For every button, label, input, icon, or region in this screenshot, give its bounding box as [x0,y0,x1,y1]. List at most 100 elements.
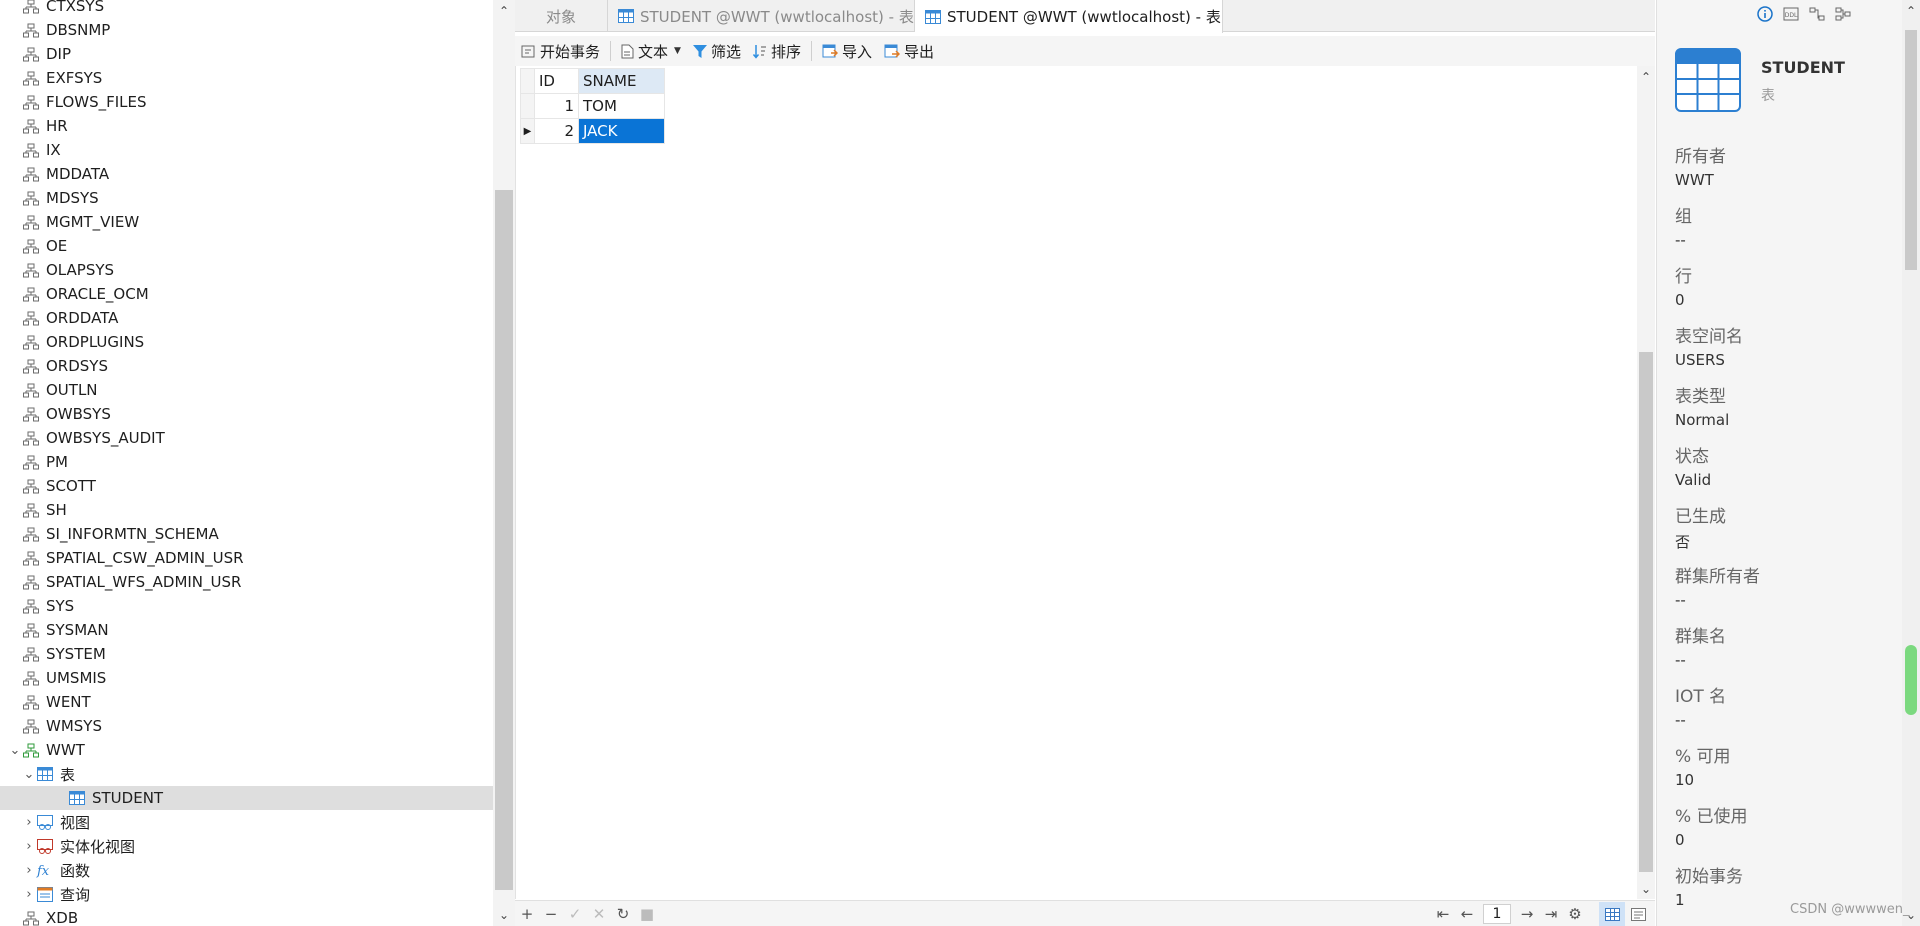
begin-transaction-button[interactable]: 开始事务 [515,38,606,64]
info-icon[interactable] [1757,6,1773,26]
tree-item[interactable]: MDSYS [0,186,493,210]
tree-item[interactable]: SYSTEM [0,642,493,666]
grid-view-icon[interactable] [1599,902,1625,926]
data-grid[interactable]: ID SNAME 1 TOM ▶ 2 JACK [520,68,665,144]
scroll-up-icon[interactable]: ⌃ [493,0,515,22]
row-header[interactable] [520,93,535,119]
tree-item[interactable]: HR [0,114,493,138]
tab-student-table-active[interactable]: STUDENT @WWT (wwtlocalhost) - 表 [915,0,1223,33]
gear-icon[interactable]: ⚙ [1563,902,1587,926]
previous-page-icon[interactable]: ← [1455,902,1479,926]
tree-item[interactable]: XDB [0,906,493,926]
tree-item[interactable]: ORACLE_OCM [0,282,493,306]
apply-changes-icon[interactable]: ✓ [563,902,587,926]
sort-button[interactable]: 排序 [747,38,807,64]
tree-item[interactable]: DIP [0,42,493,66]
delete-record-icon[interactable]: − [539,902,563,926]
tree-item[interactable]: EXFSYS [0,66,493,90]
row-header-corner[interactable] [520,68,535,94]
info-scroll-thumb[interactable] [1905,30,1917,270]
tree-item[interactable]: FLOWS_FILES [0,90,493,114]
tree-item[interactable]: › 实体化视图 [0,834,493,858]
tree-item[interactable]: WMSYS [0,714,493,738]
chevron-right-icon[interactable]: › [22,834,36,858]
scroll-up-icon[interactable]: ⌃ [1902,0,1920,22]
tab-student-table[interactable]: STUDENT @WWT (wwtlocalhost) - 表 [608,0,915,32]
stop-icon[interactable]: ■ [635,902,659,926]
discard-changes-icon[interactable]: ✕ [587,902,611,926]
tree-item[interactable]: SPATIAL_WFS_ADMIN_USR [0,570,493,594]
schema-icon [22,0,40,15]
text-mode-button[interactable]: 文本 ▼ [615,38,687,64]
tree-item[interactable]: STUDENT [0,786,493,810]
tree-item[interactable]: MDDATA [0,162,493,186]
tree-item[interactable]: OE [0,234,493,258]
tree-item[interactable]: OWBSYS_AUDIT [0,426,493,450]
tree-scrollbar[interactable]: ⌃ ⌄ [493,0,515,926]
chevron-right-icon[interactable]: › [22,882,36,906]
tree-item[interactable]: ORDPLUGINS [0,330,493,354]
tree-item[interactable]: › 视图 [0,810,493,834]
scroll-up-icon[interactable]: ⌃ [1637,66,1655,88]
column-header-id[interactable]: ID [534,68,579,94]
tree-item[interactable]: UMSMIS [0,666,493,690]
tree-item[interactable]: DBSNMP [0,18,493,42]
chevron-down-icon[interactable]: ▼ [674,46,681,56]
current-row-marker-icon[interactable]: ▶ [520,118,535,144]
last-page-icon[interactable]: ⇥ [1539,902,1563,926]
cell-id[interactable]: 2 [534,118,579,144]
tree-scroll-thumb[interactable] [495,190,513,890]
first-page-icon[interactable]: ⇤ [1431,902,1455,926]
tree-item[interactable]: ORDSYS [0,354,493,378]
tree-item[interactable]: SCOTT [0,474,493,498]
tree-item[interactable]: OUTLN [0,378,493,402]
tab-objects[interactable]: 对象 [515,0,608,32]
chevron-down-icon[interactable]: ⌄ [8,738,22,762]
tree-chevron-spacer [54,786,68,810]
scroll-down-icon[interactable]: ⌄ [1637,878,1655,900]
column-header-sname[interactable]: SNAME [578,68,665,94]
import-button[interactable]: 导入 [816,38,878,64]
table-row[interactable]: 1 TOM [520,93,665,119]
form-view-icon[interactable] [1625,902,1651,926]
chevron-down-icon[interactable]: ⌄ [22,762,36,786]
data-grid-area[interactable]: ID SNAME 1 TOM ▶ 2 JACK [515,66,1635,899]
add-record-icon[interactable]: + [515,902,539,926]
cell-sname[interactable]: TOM [578,93,665,119]
filter-button[interactable]: 筛选 [687,38,747,64]
scroll-down-icon[interactable]: ⌄ [493,904,515,926]
tree-item[interactable]: SYSMAN [0,618,493,642]
materialized-view-icon [36,837,54,855]
tree-item[interactable]: › 查询 [0,882,493,906]
tree-item[interactable]: OLAPSYS [0,258,493,282]
tree-item[interactable]: CTXSYS [0,0,493,18]
chevron-right-icon[interactable]: › [22,858,36,882]
er-diagram-icon[interactable] [1809,6,1825,26]
chevron-right-icon[interactable]: › [22,810,36,834]
tree-item[interactable]: ORDDATA [0,306,493,330]
tree-item[interactable]: SI_INFORMTN_SCHEMA [0,522,493,546]
tree-item[interactable]: SH [0,498,493,522]
tree-item[interactable]: OWBSYS [0,402,493,426]
export-button[interactable]: 导出 [878,38,940,64]
grid-scrollbar[interactable]: ⌃ ⌄ [1637,66,1655,899]
tree-item[interactable]: SPATIAL_CSW_ADMIN_USR [0,546,493,570]
tree-item[interactable]: SYS [0,594,493,618]
grid-scroll-thumb[interactable] [1639,352,1653,872]
page-number-input[interactable]: 1 [1483,904,1511,924]
tree-item[interactable]: ⌄ 表 [0,762,493,786]
refresh-icon[interactable]: ↻ [611,902,635,926]
table-row[interactable]: ▶ 2 JACK [520,118,665,144]
cell-id[interactable]: 1 [534,93,579,119]
tree-item[interactable]: IX [0,138,493,162]
tree-item[interactable]: WENT [0,690,493,714]
dependency-icon[interactable] [1835,6,1851,26]
tree-item[interactable]: PM [0,450,493,474]
tree-item[interactable]: MGMT_VIEW [0,210,493,234]
cell-sname-selected[interactable]: JACK [578,118,665,144]
tree-item[interactable]: › fx 函数 [0,858,493,882]
ddl-icon[interactable]: DDL [1783,6,1799,26]
tree-item[interactable]: ⌄ WWT [0,738,493,762]
next-page-icon[interactable]: → [1515,902,1539,926]
info-scrollbar[interactable]: ⌃ ⌄ [1902,0,1920,926]
